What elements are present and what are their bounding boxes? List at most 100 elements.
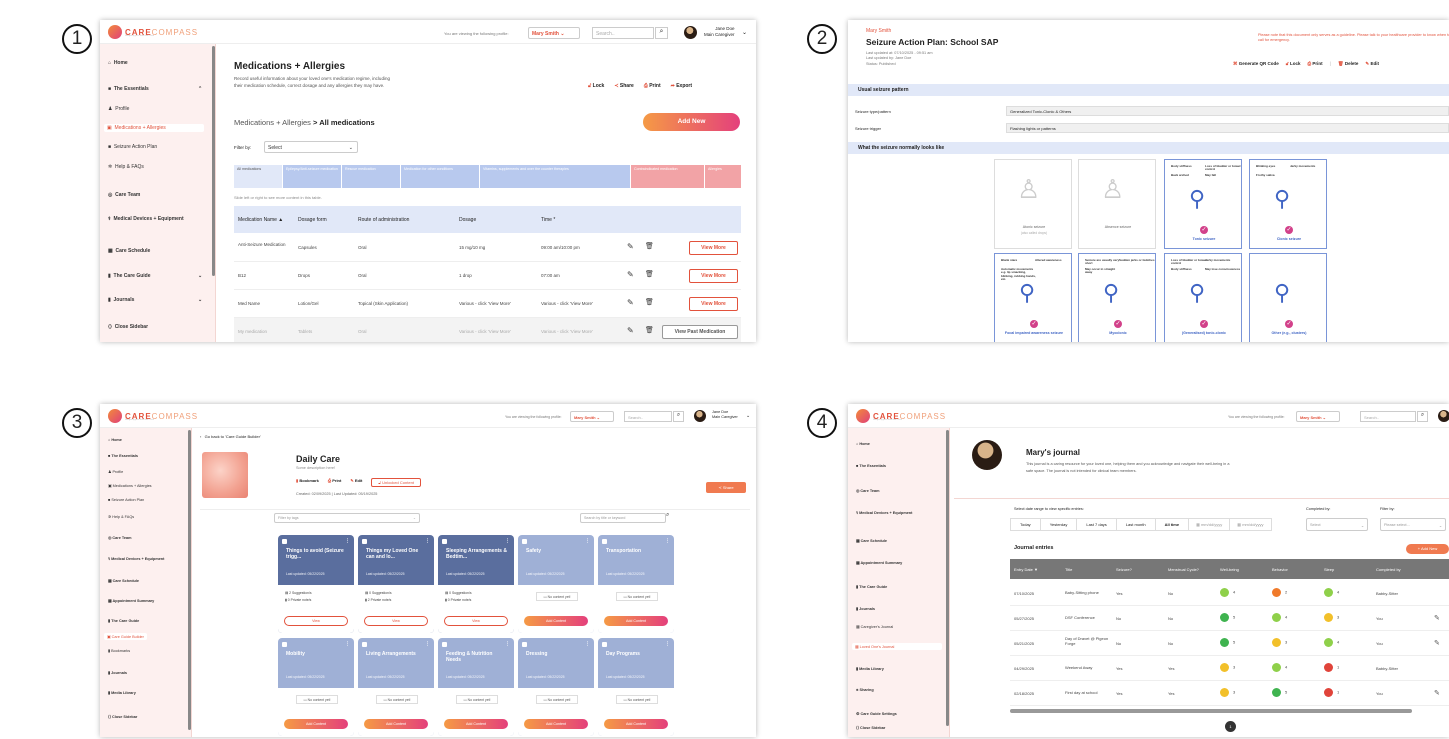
seizure-trigger-field[interactable]: Flashing lights or patterns bbox=[1006, 123, 1449, 133]
scrollbar[interactable] bbox=[946, 430, 949, 726]
add-content-button[interactable]: Add Content bbox=[444, 719, 508, 729]
seizure-card[interactable]: Loss of bladder or bowel control Jerky mo… bbox=[1164, 253, 1242, 342]
page-number[interactable]: 1 bbox=[1225, 721, 1236, 732]
sidebar-item[interactable]: ▦ Appointment Summary bbox=[108, 598, 154, 603]
column-header[interactable]: Entry Date ▼ bbox=[1014, 567, 1038, 572]
sidebar-item[interactable]: ▮ Bookmarks bbox=[108, 648, 130, 653]
view-button[interactable]: View bbox=[284, 616, 348, 626]
sidebar-item[interactable]: ✲ Help & FAQs bbox=[108, 514, 134, 519]
search-icon[interactable]: ⌕ bbox=[673, 411, 684, 422]
content-card[interactable]: Things to avoid (Seizure trigg... Last up… bbox=[278, 535, 354, 633]
seizure-card[interactable]: Blinking eyes Jerky movements Frothy saliv… bbox=[1249, 159, 1327, 249]
view-button[interactable]: View bbox=[364, 616, 428, 626]
content-card[interactable]: Day Programs Last updated: 05/22/2025 ⋮ ▭ N… bbox=[598, 638, 674, 736]
checkbox[interactable] bbox=[522, 642, 527, 647]
content-card[interactable]: Feeding & Nutrition Needs Last updated: 0… bbox=[438, 638, 514, 736]
date-tab[interactable]: All time bbox=[1156, 519, 1190, 530]
checkbox[interactable] bbox=[282, 642, 287, 647]
more-icon[interactable]: ⋮ bbox=[505, 641, 510, 647]
view-more-button[interactable]: View More bbox=[689, 269, 738, 283]
table-row[interactable]: 02/18/2025 First day at school Yes Yes 3 5 1 Yo… bbox=[1010, 681, 1449, 706]
tab-all-medications[interactable]: All medications bbox=[234, 165, 282, 188]
sidebar-item-care-guide[interactable]: ▮ The Care Guide ⌄ bbox=[108, 273, 202, 279]
pencil-icon[interactable]: ✎ bbox=[1434, 614, 1440, 622]
chevron-down-icon[interactable]: ⌄ bbox=[746, 413, 750, 419]
seizure-card[interactable]: Blank stare Altered awareness Automatic mo… bbox=[994, 253, 1072, 342]
print-button[interactable]: ⎙ Print bbox=[1307, 61, 1322, 67]
pencil-icon[interactable]: ✎ bbox=[627, 298, 634, 307]
avatar[interactable] bbox=[694, 410, 706, 422]
checkbox[interactable] bbox=[442, 539, 447, 544]
sidebar-item-medications[interactable]: ▣ Medications + Allergies bbox=[104, 124, 204, 132]
table-row[interactable]: 05/27/2025 DSF Conference No No 5 4 3 You ✎ bbox=[1010, 606, 1449, 631]
date-tab[interactable]: Last 7 days bbox=[1077, 519, 1117, 530]
trash-icon[interactable]: 🗑︎ bbox=[645, 270, 654, 278]
pencil-icon[interactable]: ✎ bbox=[1434, 689, 1440, 697]
pencil-icon[interactable]: ✎ bbox=[1434, 639, 1440, 647]
avatar[interactable] bbox=[1438, 410, 1449, 422]
sidebar-item[interactable]: ■ The Essentials bbox=[856, 464, 886, 468]
sidebar-item[interactable]: ▦ Appointment Summary bbox=[856, 560, 902, 565]
sidebar-item[interactable]: ▮ The Care Guide bbox=[856, 584, 887, 589]
trash-icon[interactable]: 🗑︎ bbox=[645, 242, 654, 250]
bookmark-button[interactable]: ▮ Bookmark bbox=[296, 478, 319, 487]
seizure-card[interactable]: ♙ Atonic seizure (also called drops) bbox=[994, 159, 1072, 249]
edit-button[interactable]: ✎ Edit bbox=[350, 478, 362, 487]
search-input[interactable]: Search.. bbox=[1360, 411, 1416, 422]
view-past-medication-button[interactable]: View Past Medication bbox=[662, 325, 738, 339]
seizure-card[interactable]: Body stiffness Loss of bladder or bowel c… bbox=[1164, 159, 1242, 249]
content-card[interactable]: Living Arrangements Last updated: 05/22/2… bbox=[358, 638, 434, 736]
tab-vitamins[interactable]: Vitamins, supplements and over the count… bbox=[480, 165, 630, 188]
checkbox[interactable] bbox=[362, 539, 367, 544]
sidebar-item[interactable]: ■ The Essentials bbox=[108, 454, 138, 458]
tab-epilepsy[interactable]: Epilepsy/Anti-seizure medication bbox=[283, 165, 341, 188]
date-to-input[interactable]: ▦ mm/dd/yyyy bbox=[1230, 519, 1270, 530]
more-icon[interactable]: ⋮ bbox=[585, 538, 590, 544]
pencil-icon[interactable]: ✎ bbox=[627, 242, 634, 251]
sidebar-item[interactable]: ◎ Care Team bbox=[856, 488, 880, 493]
sidebar-item[interactable]: ▮ Media Library bbox=[108, 690, 136, 695]
table-row[interactable]: 05/21/2025 Day of Dravet @ Pigeon Forge No… bbox=[1010, 631, 1449, 656]
unlocked-badge[interactable]: 🔓︎ Unlocked Content bbox=[371, 478, 421, 487]
print-button[interactable]: ⎙ Print bbox=[644, 83, 661, 89]
horizontal-scrollbar[interactable] bbox=[1010, 709, 1412, 713]
checkbox[interactable] bbox=[282, 539, 287, 544]
seizure-card[interactable]: ♙ Absence seizure bbox=[1078, 159, 1156, 249]
sidebar-item[interactable]: ⌂ Home bbox=[856, 442, 870, 446]
view-button[interactable]: View bbox=[444, 616, 508, 626]
sidebar-item-devices[interactable]: ⚕ Medical Devices + Equipment bbox=[108, 216, 198, 222]
date-tab[interactable]: Today bbox=[1011, 519, 1041, 530]
sidebar-item[interactable]: ▦ Loved One's Journal bbox=[852, 643, 942, 650]
seizure-type-field[interactable]: Generalized Tonic-Clonic & Others bbox=[1006, 106, 1449, 116]
share-button[interactable]: ≺ Share bbox=[614, 83, 634, 89]
qr-code-button[interactable]: ⌘ Generate QR Code bbox=[1233, 61, 1279, 67]
more-icon[interactable]: ⋮ bbox=[345, 641, 350, 647]
delete-button[interactable]: 🗑︎ Delete bbox=[1338, 61, 1359, 67]
sidebar-item[interactable]: ▣ Medications + Allergies bbox=[108, 483, 152, 488]
date-tab[interactable]: Last month bbox=[1117, 519, 1156, 530]
tab-allergies[interactable]: Allergies bbox=[705, 165, 741, 188]
table-row[interactable]: 04/29/2025 Weekend Away Yes Yes 3 4 1 Babby-Sit… bbox=[1010, 656, 1449, 681]
profile-select[interactable]: Mary Smith ⌄ bbox=[570, 411, 614, 422]
sidebar-item-home[interactable]: ⌂ Home bbox=[108, 60, 128, 66]
checkbox[interactable] bbox=[362, 642, 367, 647]
checkbox[interactable] bbox=[602, 642, 607, 647]
more-icon[interactable]: ⋮ bbox=[425, 538, 430, 544]
sidebar-item[interactable]: ⟨⟩ Close Sidebar bbox=[856, 725, 885, 730]
share-button[interactable]: ≺ Share bbox=[706, 482, 746, 493]
search-icon[interactable]: ⌕ bbox=[666, 512, 669, 519]
sidebar-item[interactable]: ■ Seizure Action Plan bbox=[108, 498, 144, 502]
seizure-card[interactable]: ⚲ ✓ Other (e.g., clusters) bbox=[1249, 253, 1327, 342]
chevron-down-icon[interactable]: ⌄ bbox=[742, 29, 747, 36]
sidebar-item[interactable]: ▮ Journals bbox=[856, 606, 875, 611]
sidebar-item[interactable]: ⌂ Home bbox=[108, 438, 122, 442]
content-card[interactable]: Things my Loved One can and lo... Last up… bbox=[358, 535, 434, 633]
search-icon[interactable]: ⌕ bbox=[1417, 411, 1428, 422]
trash-icon[interactable]: 🗑︎ bbox=[645, 298, 654, 306]
back-link[interactable]: ‹ Go back to 'Care Guide Builder' bbox=[200, 434, 261, 439]
add-content-button[interactable]: Add Content bbox=[604, 719, 668, 729]
sidebar-item[interactable]: ♟ Profile bbox=[108, 469, 123, 474]
tab-contraindicated[interactable]: Contraindicated medication bbox=[631, 165, 704, 188]
profile-select[interactable]: Mary Smith ⌄ bbox=[528, 27, 580, 39]
date-from-input[interactable]: ▦ mm/dd/yyyy bbox=[1189, 519, 1231, 530]
